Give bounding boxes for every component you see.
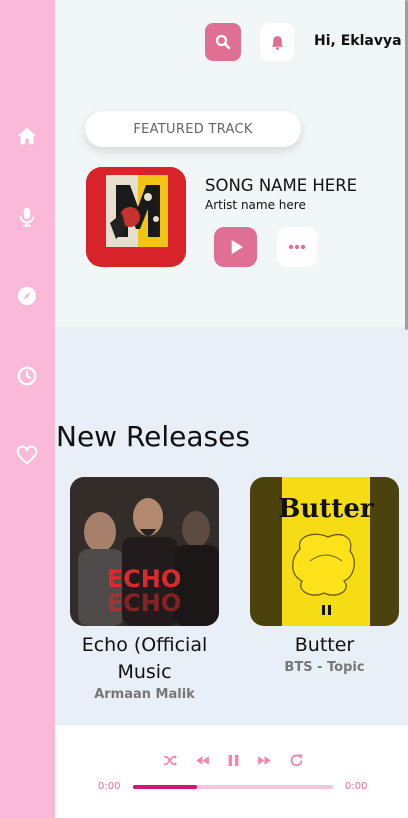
featured-track-label: FEATURED TRACK	[85, 111, 301, 147]
release-album-art[interactable]: Butter	[250, 477, 399, 626]
search-icon	[215, 34, 231, 50]
sidebar-item-history[interactable]	[14, 363, 40, 389]
play-icon	[231, 240, 243, 254]
repeat-icon	[290, 753, 303, 766]
release-artist: BTS - Topic	[284, 660, 365, 675]
clock-icon	[17, 366, 37, 386]
heart-icon	[16, 445, 38, 465]
progress-bar[interactable]	[133, 785, 333, 789]
fast-forward-icon	[257, 755, 271, 765]
player-controls	[158, 750, 308, 770]
svg-text:ECHO: ECHO	[107, 589, 182, 617]
notifications-button[interactable]	[260, 23, 294, 61]
featured-album-art[interactable]	[86, 167, 186, 267]
play-button[interactable]	[214, 227, 257, 267]
player-bar	[55, 725, 408, 818]
pause-icon	[228, 754, 238, 766]
home-icon	[17, 127, 37, 145]
more-icon	[288, 244, 306, 250]
rewind-button[interactable]	[192, 750, 212, 770]
album-art-image: Butter	[250, 477, 399, 626]
search-button[interactable]	[205, 23, 241, 61]
rewind-icon	[195, 755, 209, 765]
release-card[interactable]: ECHO ECHO Echo (Official Music Armaan Ma…	[70, 477, 219, 704]
pause-button[interactable]	[223, 750, 243, 770]
repeat-button[interactable]	[286, 750, 306, 770]
release-card[interactable]: Butter Butter BTS - Topic	[250, 477, 399, 677]
bell-icon	[271, 35, 283, 50]
release-artist: Armaan Malik	[94, 687, 195, 702]
progress-fill	[133, 785, 197, 789]
microphone-icon	[19, 207, 35, 227]
shuffle-button[interactable]	[160, 750, 180, 770]
release-title[interactable]: Butter	[250, 632, 399, 659]
release-title[interactable]: Echo (Official Music	[70, 632, 219, 686]
release-art-text: Butter	[278, 494, 373, 524]
release-album-art[interactable]: ECHO ECHO	[70, 477, 219, 626]
featured-song-name: SONG NAME HERE	[205, 176, 358, 195]
new-releases-title: New Releases	[56, 420, 250, 453]
album-art-image	[86, 167, 186, 267]
sidebar	[0, 0, 55, 818]
compass-icon	[17, 286, 37, 306]
sidebar-item-favorites[interactable]	[14, 443, 40, 469]
user-greeting: Hi, Eklavya	[314, 33, 402, 49]
sidebar-item-explore[interactable]	[14, 283, 40, 309]
total-time: 0:00	[345, 781, 368, 792]
more-options-button[interactable]	[277, 227, 317, 267]
album-art-image: ECHO ECHO	[70, 477, 219, 626]
sidebar-item-home[interactable]	[14, 123, 40, 149]
fast-forward-button[interactable]	[254, 750, 274, 770]
current-time: 0:00	[98, 781, 121, 792]
sidebar-item-podcasts[interactable]	[14, 204, 40, 230]
shuffle-icon	[163, 754, 177, 766]
featured-artist-name: Artist name here	[205, 198, 306, 212]
